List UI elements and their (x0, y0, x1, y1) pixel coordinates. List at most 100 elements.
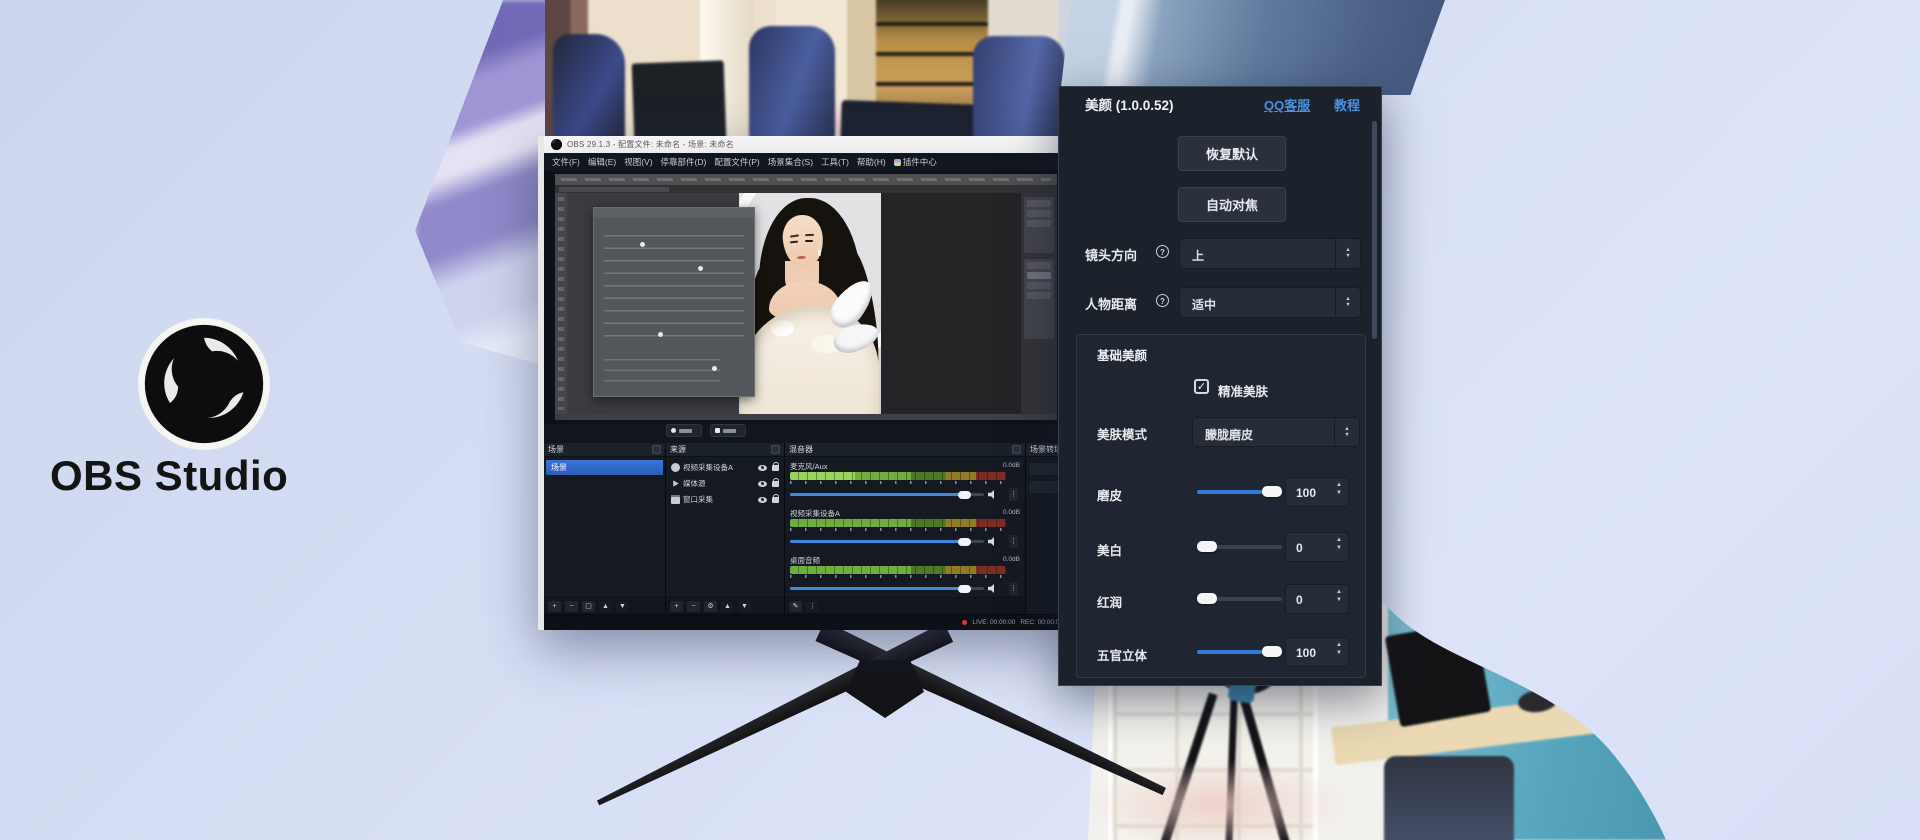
obs-menubar: 文件(F) 编辑(E) 视图(V) 停靠部件(D) 配置文件(P) 场景集合(S… (544, 153, 1071, 171)
lock-icon[interactable] (772, 465, 779, 471)
scene-down-button[interactable]: ▼ (616, 601, 629, 612)
rosy-slider[interactable] (1197, 597, 1282, 601)
source-up-button[interactable]: ▲ (721, 601, 734, 612)
source-row[interactable]: 视频采集设备A (668, 460, 782, 475)
obs-studio-wordmark: OBS Studio (50, 452, 370, 500)
select-stepper-icon[interactable]: ▲▼ (1335, 239, 1360, 268)
menu-edit[interactable]: 编辑(E) (588, 156, 616, 168)
mixer-channel: 视频采集设备A 0.0dB ⋮ (790, 507, 1020, 553)
monitor-stand-hub (846, 660, 924, 718)
menu-docks[interactable]: 停靠部件(D) (661, 156, 707, 168)
menu-plugin-center[interactable]: 插件中心 (894, 156, 937, 168)
slider-thumb[interactable] (1262, 486, 1282, 497)
slider-thumb[interactable] (1197, 541, 1217, 552)
menu-view[interactable]: 视图(V) (624, 156, 652, 168)
scenes-dock-title: 场景 (548, 444, 564, 455)
source-down-button[interactable]: ▼ (738, 601, 751, 612)
panel-scrollbar[interactable] (1372, 121, 1377, 339)
volume-slider-handle[interactable] (958, 491, 971, 499)
dark-canvas-area (881, 193, 1021, 414)
person-distance-select[interactable]: 适中 ▲▼ (1179, 287, 1361, 318)
source-properties-button[interactable]: ⚙ (704, 601, 717, 612)
numbox-stepper-icon[interactable]: ▲▼ (1336, 589, 1342, 603)
obs-titlebar[interactable]: OBS 29.1.3 - 配置文件: 未命名 - 场景: 未命名 (544, 136, 1071, 153)
editor-document-tabs (555, 185, 1057, 193)
volume-slider[interactable] (790, 537, 984, 546)
volume-slider-handle[interactable] (958, 538, 971, 546)
remove-source-button[interactable]: − (687, 601, 700, 612)
lock-icon[interactable] (772, 481, 779, 487)
auto-focus-button[interactable]: 自动对焦 (1178, 187, 1286, 222)
face-3d-numbox[interactable]: 100 ▲▼ (1285, 637, 1349, 667)
window-title: OBS 29.1.3 - 配置文件: 未命名 - 场景: 未命名 (567, 139, 734, 150)
qq-support-link[interactable]: QQ客服 (1264, 95, 1310, 114)
volume-slider[interactable] (790, 490, 984, 499)
obs-preview[interactable] (544, 171, 1071, 424)
whitening-numbox[interactable]: 0 ▲▼ (1285, 532, 1349, 562)
volume-slider[interactable] (790, 584, 984, 593)
precise-skin-checkbox[interactable]: ✓ (1194, 379, 1209, 394)
select-stepper-icon[interactable]: ▲▼ (1335, 288, 1360, 317)
channel-menu-icon[interactable]: ⋮ (1009, 535, 1018, 548)
rosy-numbox[interactable]: 0 ▲▼ (1285, 584, 1349, 614)
gaming-chair (553, 34, 625, 142)
menu-tools[interactable]: 工具(T) (821, 156, 849, 168)
visibility-eye-icon[interactable] (758, 497, 767, 503)
source-row[interactable]: 媒体源 (668, 476, 782, 491)
add-source-button[interactable]: + (670, 601, 683, 612)
scene-list-item-selected[interactable]: 场景 (546, 460, 663, 475)
preview-action-button-1[interactable] (666, 424, 702, 437)
help-icon[interactable]: ? (1156, 245, 1169, 258)
capture-device-icon (671, 463, 680, 472)
volume-slider-handle[interactable] (958, 585, 971, 593)
slider-thumb[interactable] (1262, 646, 1282, 657)
preview-action-buttons (666, 424, 746, 437)
help-icon[interactable]: ? (1156, 294, 1169, 307)
obs-statusbar: LIVE: 00:00:00 REC: 00:00:00 (544, 614, 1071, 630)
visibility-eye-icon[interactable] (758, 465, 767, 471)
smooth-skin-slider[interactable] (1197, 490, 1282, 494)
numbox-stepper-icon[interactable]: ▲▼ (1336, 642, 1342, 656)
editor-statusbar (567, 414, 1021, 420)
speaker-icon[interactable] (988, 490, 998, 499)
speaker-icon[interactable] (988, 584, 998, 593)
visibility-eye-icon[interactable] (758, 481, 767, 487)
slider-thumb[interactable] (1197, 593, 1217, 604)
lock-icon[interactable] (772, 497, 779, 503)
collage-blue-gradient-shape (1060, 0, 1445, 95)
scene-filters-button[interactable]: ▢ (582, 601, 595, 612)
captured-photo-editor-window (555, 174, 1057, 420)
editor-canvas (567, 193, 1021, 414)
gear-icon[interactable] (771, 445, 780, 454)
restore-default-button[interactable]: 恢复默认 (1178, 136, 1286, 171)
select-stepper-icon[interactable]: ▲▼ (1334, 418, 1359, 446)
whitening-slider[interactable] (1197, 545, 1282, 549)
smooth-skin-numbox[interactable]: 100 ▲▼ (1285, 477, 1349, 507)
gear-icon[interactable] (1012, 445, 1021, 454)
tutorial-link[interactable]: 教程 (1334, 95, 1360, 114)
numbox-stepper-icon[interactable]: ▲▼ (1336, 482, 1342, 496)
whitening-label: 美白 (1097, 540, 1122, 559)
advanced-audio-button[interactable]: ⋮ (806, 601, 819, 612)
skin-mode-select[interactable]: 朦胧磨皮 ▲▼ (1192, 417, 1360, 447)
channel-menu-icon[interactable]: ⋮ (1009, 488, 1018, 501)
remove-scene-button[interactable]: − (565, 601, 578, 612)
menu-profile[interactable]: 配置文件(P) (714, 156, 759, 168)
menu-help[interactable]: 帮助(H) (857, 156, 886, 168)
source-row[interactable]: 窗口采集 (668, 492, 782, 507)
menu-scene-collection[interactable]: 场景集合(S) (768, 156, 813, 168)
scene-up-button[interactable]: ▲ (599, 601, 612, 612)
channel-menu-icon[interactable]: ⋮ (1009, 582, 1018, 595)
preview-action-button-2[interactable] (710, 424, 746, 437)
camera-direction-select[interactable]: 上 ▲▼ (1179, 238, 1361, 269)
speaker-icon[interactable] (988, 537, 998, 546)
dot-icon (671, 428, 676, 433)
add-scene-button[interactable]: + (548, 601, 561, 612)
menu-file[interactable]: 文件(F) (552, 156, 580, 168)
mixer-filters-button[interactable]: ✎ (789, 601, 802, 612)
numbox-stepper-icon[interactable]: ▲▼ (1336, 537, 1342, 551)
gear-icon[interactable] (652, 445, 661, 454)
editor-toolbox (555, 193, 567, 414)
mixer-dock-title: 混音器 (789, 444, 813, 455)
face-3d-slider[interactable] (1197, 650, 1282, 654)
